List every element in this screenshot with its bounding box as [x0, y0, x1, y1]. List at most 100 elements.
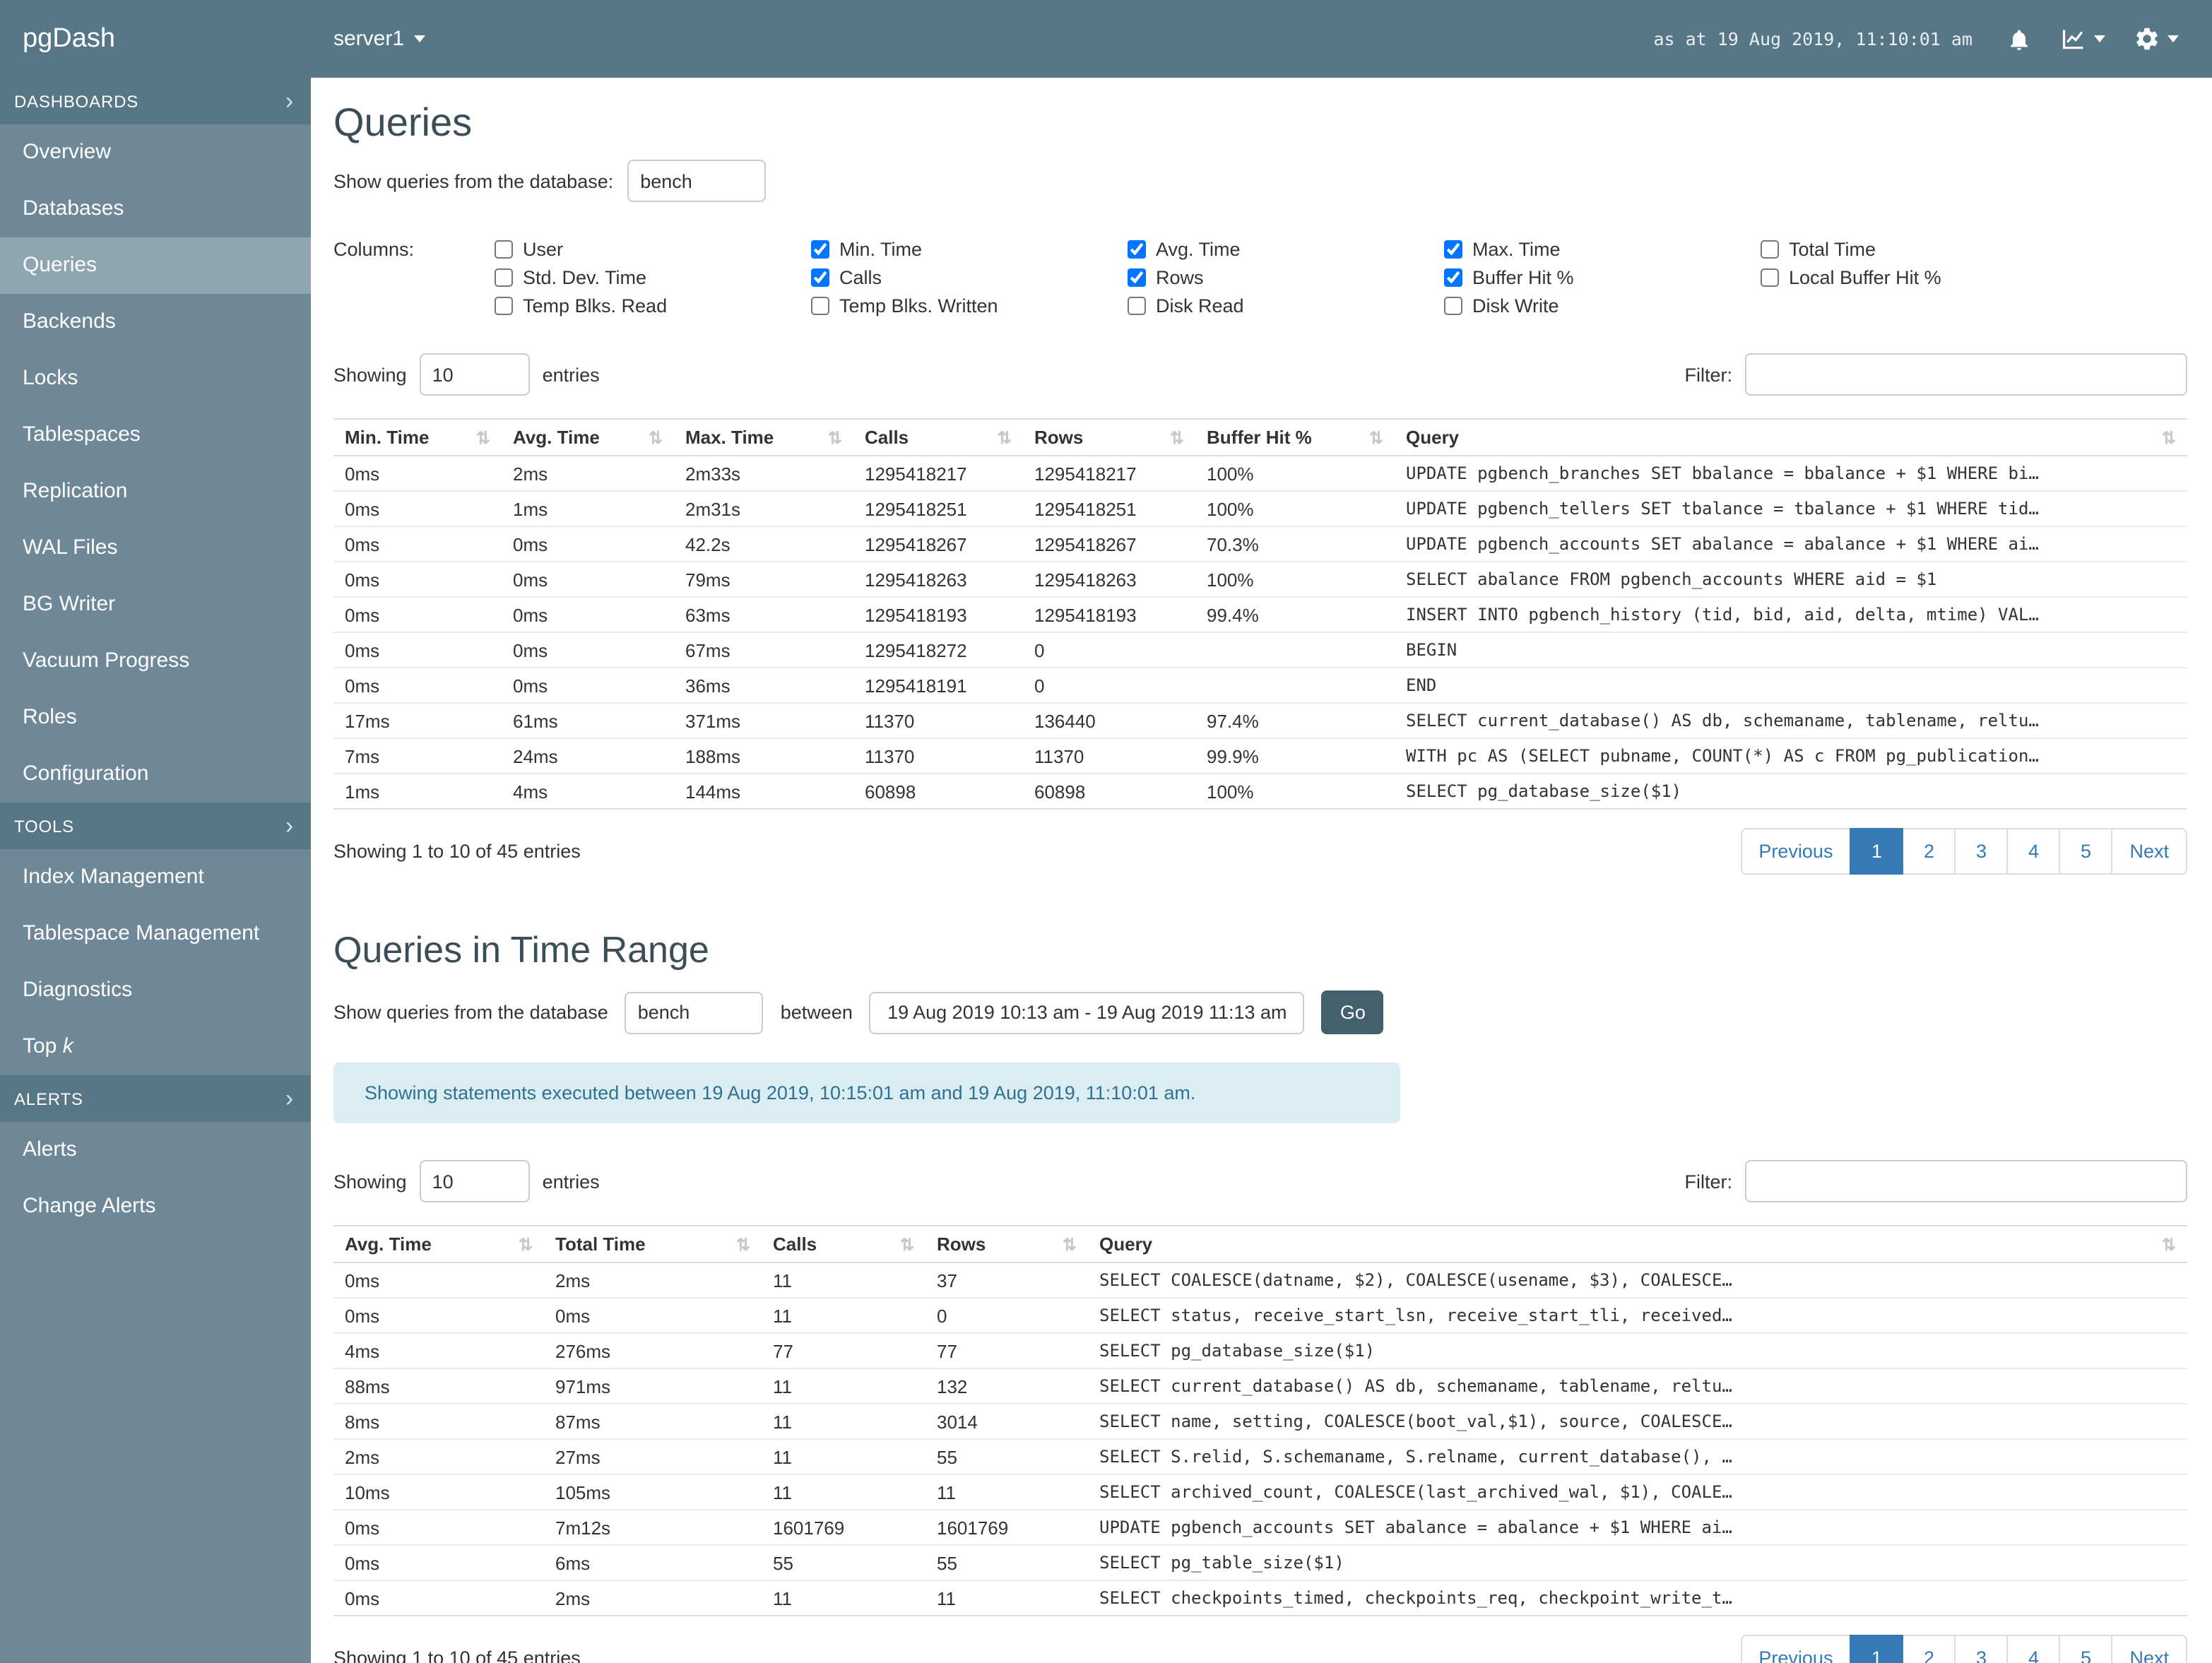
sort-icon[interactable]: ⇅ — [476, 427, 490, 447]
query-link[interactable]: SELECT current_database() AS db, scheman… — [1088, 1368, 2187, 1404]
query-link[interactable]: UPDATE pgbench_accounts SET abalance = a… — [1088, 1509, 2187, 1545]
charts-menu-button[interactable] — [2060, 25, 2105, 52]
database-input[interactable] — [627, 160, 767, 202]
page-button-1[interactable]: 1 — [1850, 1635, 1904, 1663]
query-link[interactable]: END — [1395, 667, 2187, 703]
column-checkbox-min-time[interactable] — [811, 240, 829, 259]
column-header-rows[interactable]: Rows ⇅ — [925, 1225, 1088, 1263]
sort-icon[interactable]: ⇅ — [649, 427, 663, 447]
sort-icon[interactable]: ⇅ — [1369, 427, 1383, 447]
query-link[interactable]: SELECT status, receive_start_lsn, receiv… — [1088, 1297, 2187, 1333]
page-button-2[interactable]: 2 — [1902, 1635, 1956, 1663]
page-button-2[interactable]: 2 — [1902, 828, 1956, 875]
query-link[interactable]: SELECT archived_count, COALESCE(last_arc… — [1088, 1474, 2187, 1510]
sidebar-item-backends[interactable]: Backends — [0, 294, 311, 350]
entries-count-input[interactable] — [419, 353, 530, 396]
sidebar-item-databases[interactable]: Databases — [0, 181, 311, 237]
column-checkbox-temp-blks-read[interactable] — [495, 297, 513, 315]
sort-icon[interactable]: ⇅ — [1170, 427, 1184, 447]
page-button-3[interactable]: 3 — [1954, 1635, 2009, 1663]
column-checkbox-max-time[interactable] — [1444, 240, 1462, 259]
page-button-next[interactable]: Next — [2111, 1635, 2187, 1663]
page-button-4[interactable]: 4 — [2006, 828, 2061, 875]
column-header-avg-time[interactable]: Avg. Time ⇅ — [333, 1225, 544, 1263]
page-button-previous[interactable]: Previous — [1740, 1635, 1852, 1663]
query-link[interactable]: UPDATE pgbench_branches SET bbalance = b… — [1395, 456, 2187, 491]
sidebar-item-wal-files[interactable]: WAL Files — [0, 520, 311, 576]
sort-icon[interactable]: ⇅ — [998, 427, 1012, 447]
query-link[interactable]: UPDATE pgbench_accounts SET abalance = a… — [1395, 526, 2187, 562]
sidebar-item-tablespaces[interactable]: Tablespaces — [0, 407, 311, 463]
column-checkbox-disk-write[interactable] — [1444, 297, 1462, 315]
column-header-buffer-hit[interactable]: Buffer Hit % ⇅ — [1195, 418, 1395, 456]
column-checkbox-total-time[interactable] — [1761, 240, 1779, 259]
sidebar-item-tablespace-management[interactable]: Tablespace Management — [0, 906, 311, 962]
sort-icon[interactable]: ⇅ — [828, 427, 842, 447]
query-link[interactable]: SELECT pg_database_size($1) — [1395, 773, 2187, 810]
range-database-input[interactable] — [625, 991, 764, 1034]
sort-icon[interactable]: ⇅ — [1063, 1234, 1077, 1254]
sort-icon[interactable]: ⇅ — [2162, 1234, 2176, 1254]
sidebar-section-tools[interactable]: TOOLS › — [0, 803, 311, 849]
column-checkbox-avg-time[interactable] — [1128, 240, 1146, 259]
filter-input[interactable] — [1745, 353, 2187, 396]
column-checkbox-rows[interactable] — [1128, 268, 1146, 287]
query-link[interactable]: UPDATE pgbench_tellers SET tbalance = tb… — [1395, 490, 2187, 526]
column-checkbox-temp-blks-written[interactable] — [811, 297, 829, 315]
column-checkbox-local-buffer-hit[interactable] — [1761, 268, 1779, 287]
column-header-avg-time[interactable]: Avg. Time ⇅ — [502, 418, 674, 456]
column-header-query[interactable]: Query ⇅ — [1088, 1225, 2187, 1263]
page-button-next[interactable]: Next — [2111, 828, 2187, 875]
sidebar-section-alerts[interactable]: ALERTS › — [0, 1075, 311, 1122]
sidebar-item-configuration[interactable]: Configuration — [0, 746, 311, 803]
sidebar-item-alerts[interactable]: Alerts — [0, 1122, 311, 1178]
sidebar-item-locks[interactable]: Locks — [0, 350, 311, 407]
sort-icon[interactable]: ⇅ — [2162, 427, 2176, 447]
query-link[interactable]: SELECT pg_table_size($1) — [1088, 1544, 2187, 1580]
sidebar-item-overview[interactable]: Overview — [0, 124, 311, 181]
page-button-1[interactable]: 1 — [1850, 828, 1904, 875]
column-header-min-time[interactable]: Min. Time ⇅ — [333, 418, 502, 456]
sidebar-item-roles[interactable]: Roles — [0, 690, 311, 746]
page-button-previous[interactable]: Previous — [1740, 828, 1852, 875]
column-header-max-time[interactable]: Max. Time ⇅ — [674, 418, 853, 456]
sidebar-item-replication[interactable]: Replication — [0, 463, 311, 520]
sort-icon[interactable]: ⇅ — [736, 1234, 750, 1254]
query-link[interactable]: INSERT INTO pgbench_history (tid, bid, a… — [1395, 596, 2187, 632]
column-checkbox-buffer-hit[interactable] — [1444, 268, 1462, 287]
query-link[interactable]: SELECT checkpoints_timed, checkpoints_re… — [1088, 1580, 2187, 1616]
sort-icon[interactable]: ⇅ — [519, 1234, 533, 1254]
server-selector[interactable]: server1 — [333, 27, 426, 51]
query-link[interactable]: SELECT current_database() AS db, scheman… — [1395, 702, 2187, 738]
sidebar-item-diagnostics[interactable]: Diagnostics — [0, 962, 311, 1019]
sidebar-item-top-k[interactable]: Top k — [0, 1019, 311, 1075]
sidebar-item-change-alerts[interactable]: Change Alerts — [0, 1178, 311, 1235]
query-link[interactable]: BEGIN — [1395, 632, 2187, 668]
query-link[interactable]: SELECT S.relid, S.schemaname, S.relname,… — [1088, 1438, 2187, 1474]
date-range-input[interactable] — [869, 991, 1305, 1034]
page-button-5[interactable]: 5 — [2059, 828, 2113, 875]
filter-input-2[interactable] — [1745, 1160, 2187, 1202]
sidebar-item-vacuum-progress[interactable]: Vacuum Progress — [0, 633, 311, 690]
query-link[interactable]: WITH pc AS (SELECT pubname, COUNT(*) AS … — [1395, 738, 2187, 774]
page-button-4[interactable]: 4 — [2006, 1635, 2061, 1663]
page-button-5[interactable]: 5 — [2059, 1635, 2113, 1663]
column-checkbox-disk-read[interactable] — [1128, 297, 1146, 315]
column-header-query[interactable]: Query ⇅ — [1395, 418, 2187, 456]
sidebar-item-bg-writer[interactable]: BG Writer — [0, 576, 311, 633]
entries-count-input-2[interactable] — [419, 1160, 530, 1202]
column-header-total-time[interactable]: Total Time ⇅ — [544, 1225, 762, 1263]
column-checkbox-user[interactable] — [495, 240, 513, 259]
page-button-3[interactable]: 3 — [1954, 828, 2009, 875]
app-logo[interactable]: pgDash — [0, 23, 311, 54]
sidebar-item-queries[interactable]: Queries — [0, 237, 311, 294]
sidebar-item-index-management[interactable]: Index Management — [0, 849, 311, 906]
go-button[interactable]: Go — [1321, 990, 1384, 1034]
column-header-rows[interactable]: Rows ⇅ — [1023, 418, 1195, 456]
query-link[interactable]: SELECT pg_database_size($1) — [1088, 1332, 2187, 1368]
notifications-bell-icon[interactable] — [2006, 26, 2032, 52]
sort-icon[interactable]: ⇅ — [900, 1234, 914, 1254]
column-checkbox-std-dev-time[interactable] — [495, 268, 513, 287]
query-link[interactable]: SELECT abalance FROM pgbench_accounts WH… — [1395, 561, 2187, 597]
column-checkbox-calls[interactable] — [811, 268, 829, 287]
